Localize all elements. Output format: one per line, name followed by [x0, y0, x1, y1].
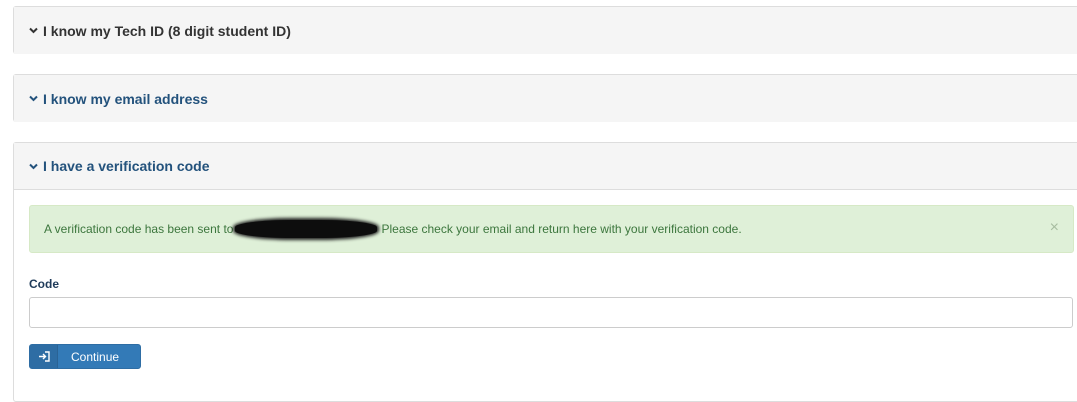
chevron-down-icon	[28, 161, 38, 171]
redacted-email	[235, 220, 378, 238]
sign-in-icon	[30, 345, 58, 368]
panel-title-email: I know my email address	[43, 90, 208, 107]
panel-heading-tech-id[interactable]: I know my Tech ID (8 digit student ID)	[14, 7, 1077, 54]
chevron-down-icon	[28, 94, 38, 104]
continue-button-label: Continue	[71, 349, 120, 364]
alert-message-end: Please check your email and return here …	[381, 222, 742, 236]
panel-heading-email[interactable]: I know my email address	[14, 75, 1077, 122]
close-icon[interactable]: ×	[1050, 220, 1059, 236]
code-input[interactable]	[29, 297, 1073, 328]
panel-email: I know my email address	[13, 74, 1077, 122]
verification-sent-alert: A verification code has been sent to Ple…	[29, 205, 1074, 253]
alert-message-start: A verification code has been sent to	[44, 222, 234, 236]
panel-title-tech-id: I know my Tech ID (8 digit student ID)	[43, 22, 291, 39]
continue-button[interactable]: Continue	[29, 344, 141, 369]
panel-title-verification-code: I have a verification code	[43, 158, 210, 174]
panel-heading-verification-code[interactable]: I have a verification code	[14, 143, 1077, 190]
panel-verification-code: I have a verification code A verificatio…	[13, 142, 1077, 402]
chevron-down-icon	[28, 26, 38, 36]
panel-tech-id: I know my Tech ID (8 digit student ID)	[13, 6, 1077, 54]
code-label: Code	[29, 277, 59, 291]
